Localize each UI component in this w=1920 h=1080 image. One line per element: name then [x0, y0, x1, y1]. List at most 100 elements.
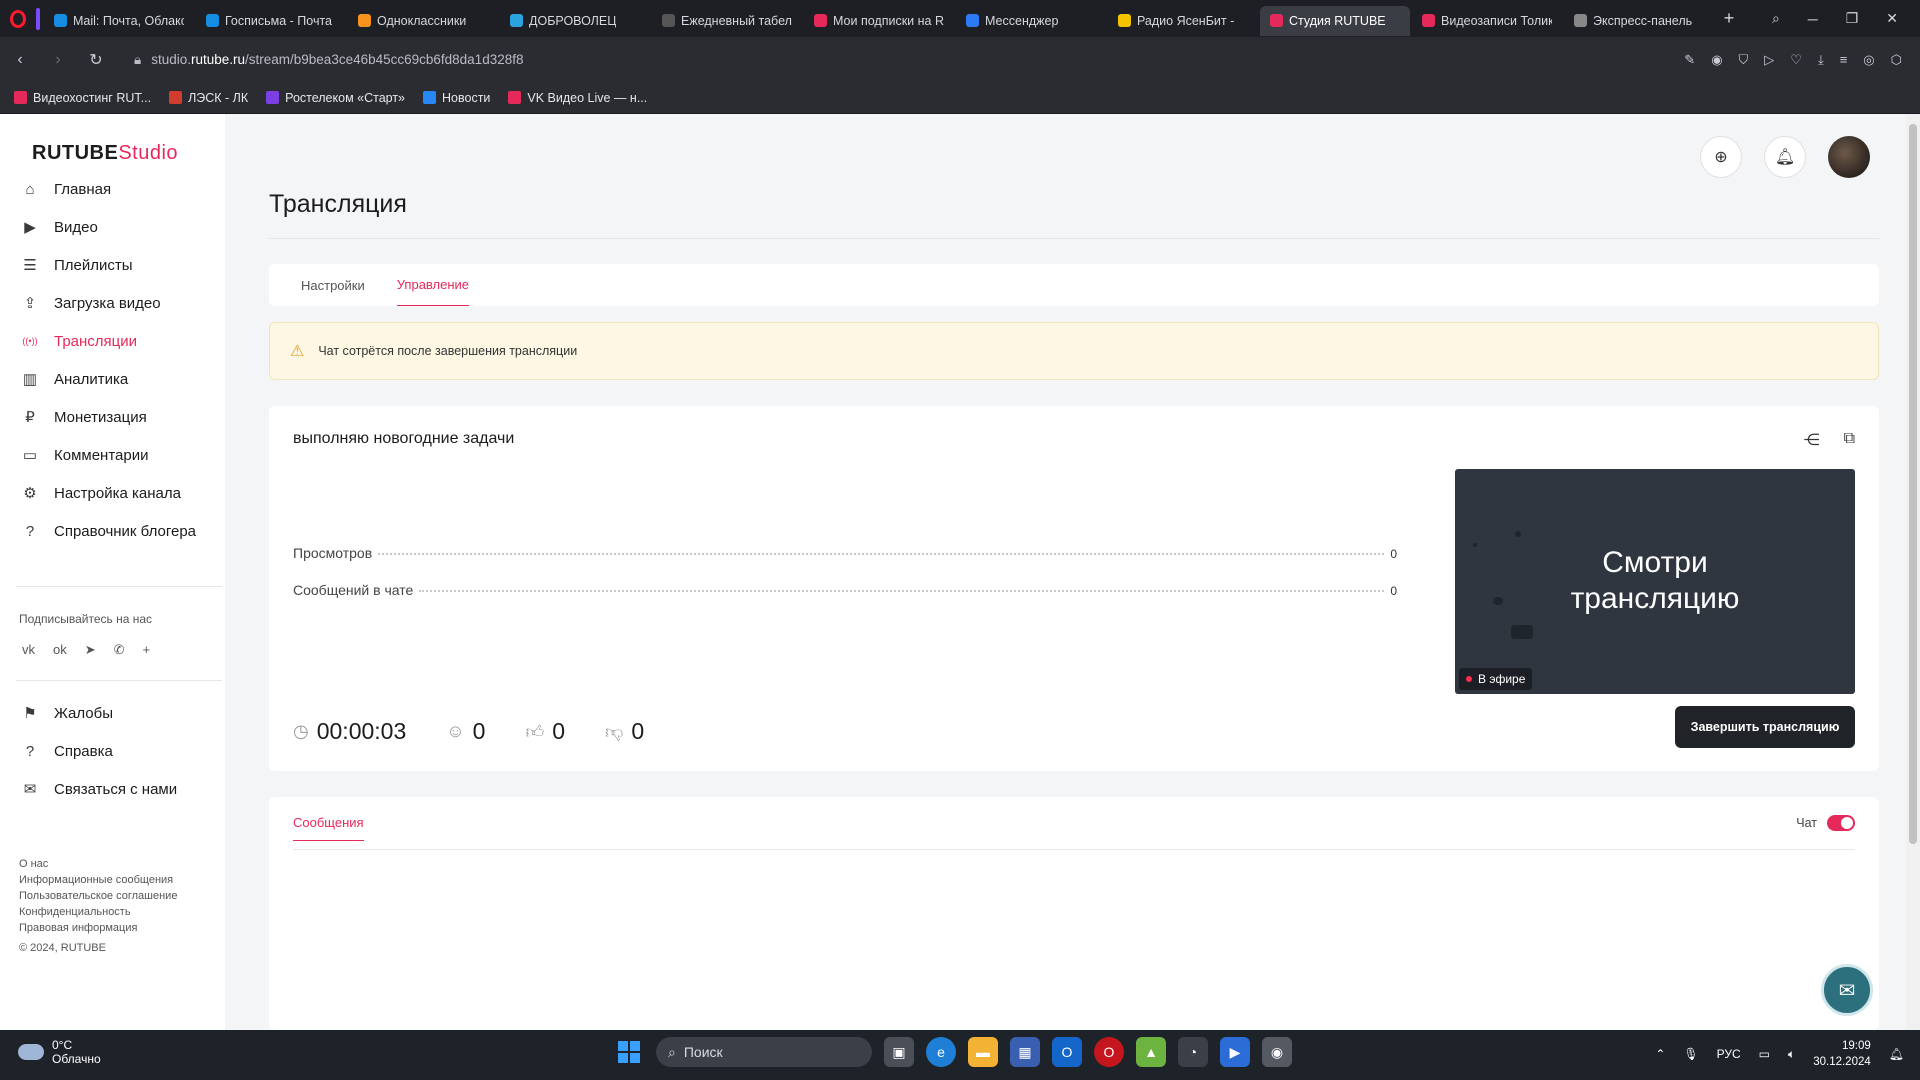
bookmark-item[interactable]: Новости [423, 91, 490, 105]
sidebar-item[interactable]: ((•)) Трансляции [20, 322, 196, 360]
footer-link[interactable]: О нас [19, 856, 177, 872]
ok-icon[interactable]: ok [53, 642, 67, 658]
footer-link[interactable]: Конфиденциальность [19, 904, 177, 920]
share-icon[interactable]: ⋲ [1804, 430, 1820, 450]
app-icon-2[interactable]: ▶ [1220, 1037, 1250, 1067]
tab-management[interactable]: Управление [396, 264, 470, 306]
nvidia-icon[interactable]: ▲ [1136, 1037, 1166, 1067]
menu-icon[interactable]: ≡ [1840, 52, 1848, 68]
sidebar-item[interactable]: ☰ Плейлисты [20, 246, 196, 284]
url-field[interactable]: 🔒︎ studio.rutube.ru/stream/b9bea3ce46b45… [134, 52, 524, 68]
start-button[interactable] [614, 1037, 644, 1067]
taskbar-search[interactable]: ⌕ Поиск [656, 1037, 872, 1067]
weather-widget[interactable]: 0°C Облачно [18, 1038, 101, 1066]
chevron-up-icon[interactable]: ⌃ [1655, 1047, 1665, 1061]
download-icon[interactable]: ⤓ [1818, 52, 1824, 68]
weather-text: Облачно [52, 1052, 101, 1066]
play-icon[interactable]: ▷ [1764, 52, 1774, 68]
camera-icon[interactable]: ◉ [1711, 52, 1722, 68]
back-button[interactable]: ‹ [10, 51, 30, 69]
analytics-icon: ▥ [22, 371, 38, 388]
tab-messages[interactable]: Сообщения [293, 815, 364, 841]
reload-icon[interactable]: ↻ [86, 50, 106, 70]
opera-menu-icon[interactable] [0, 0, 36, 37]
bookmark-item[interactable]: ЛЭСК - ЛК [169, 91, 248, 105]
lock-icon: 🔒︎ [134, 51, 142, 67]
support-chat-button[interactable]: ✉ [1821, 964, 1873, 1016]
tab-settings[interactable]: Настройки [301, 264, 365, 306]
browser-tab[interactable]: ДОБРОВОЛЕЦ [500, 6, 650, 36]
network-icon[interactable]: ▭ [1759, 1047, 1770, 1061]
stream-preview[interactable]: Смотри трансляцию В эфире [1455, 469, 1855, 694]
page-scrollbar[interactable] [1906, 114, 1920, 1030]
browser-tab[interactable]: Госписьма - Почта M [196, 6, 346, 36]
file-explorer-icon[interactable]: ▬ [968, 1037, 998, 1067]
rutube-studio-logo[interactable]: RUTUBEStudio [32, 142, 178, 165]
outlook-icon[interactable]: O [1052, 1037, 1082, 1067]
sidebar-item[interactable]: ▶ Видео [20, 208, 196, 246]
sidebar-item[interactable]: ? Справочник блогера [20, 512, 196, 550]
store-icon[interactable]: ▦ [1010, 1037, 1040, 1067]
browser-tab[interactable]: Мои подписки на RU [804, 6, 954, 36]
browser-search-icon[interactable]: ⌕ [1772, 10, 1780, 27]
app-icon-3[interactable]: ◉ [1262, 1037, 1292, 1067]
opera-icon[interactable]: O [1094, 1037, 1124, 1067]
sidebar-item[interactable]: ▥ Аналитика [20, 360, 196, 398]
bookmark-item[interactable]: VK Видео Live — н... [508, 91, 647, 105]
bookmark-item[interactable]: Видеохостинг RUT... [14, 91, 151, 105]
sidebar-item[interactable]: ✉ Связаться с нами [20, 770, 177, 808]
avatar[interactable] [1828, 136, 1870, 178]
task-view-icon[interactable]: ▣ [884, 1037, 914, 1067]
sidebar-item[interactable]: ⚙ Настройка канала [20, 474, 196, 512]
taskbar-apps: ⌕ Поиск ▣ e ▬ ▦ O O ▲ ◔ ▶ ◉ [614, 1037, 1292, 1067]
viber-icon[interactable]: ✆ [114, 642, 125, 658]
footer-link[interactable]: Правовая информация [19, 920, 177, 936]
sidebar-item[interactable]: ? Справка [20, 732, 177, 770]
forward-button[interactable]: › [48, 51, 68, 69]
sidebar-item[interactable]: ⌂ Главная [20, 170, 196, 208]
bookmark-item[interactable]: Ростелеком «Старт» [266, 91, 405, 105]
sidebar-item[interactable]: ⇪ Загрузка видео [20, 284, 196, 322]
app-icon[interactable]: ◔ [1178, 1037, 1208, 1067]
edit-icon[interactable]: ✎ [1684, 52, 1695, 68]
heart-icon[interactable]: ♡ [1790, 52, 1802, 68]
browser-tab[interactable]: Ежедневный табель [652, 6, 802, 36]
minimize-button[interactable]: ─ [1808, 11, 1818, 27]
microphone-icon[interactable]: 🎙︎ [1683, 1047, 1698, 1061]
browser-tab[interactable]: Радио ЯсенБит - [1108, 6, 1258, 36]
new-tab-button[interactable]: + [1714, 8, 1744, 29]
browser-tab[interactable]: Одноклассники [348, 6, 498, 36]
footer-link[interactable]: Пользовательское соглашение [19, 888, 177, 904]
restore-button[interactable]: ❐ [1846, 10, 1859, 27]
stat-label: Просмотров [293, 545, 373, 561]
close-button[interactable]: ✕ [1886, 10, 1898, 27]
sidebar-item[interactable]: ▭ Комментарии [20, 436, 196, 474]
notifications-button[interactable]: 🔔︎ [1764, 136, 1806, 178]
chat-toggle[interactable] [1827, 815, 1855, 831]
profile-icon[interactable]: ◎ [1863, 52, 1874, 68]
vk-icon[interactable]: vk [22, 642, 35, 658]
browser-tab[interactable]: Видеозаписи Толика [1412, 6, 1562, 36]
end-stream-button[interactable]: Завершить трансляцию [1675, 706, 1855, 748]
language-indicator[interactable]: РУС [1717, 1047, 1741, 1061]
live-dot-icon [1466, 676, 1472, 682]
clock[interactable]: 19:09 30.12.2024 [1813, 1038, 1871, 1070]
open-external-icon[interactable]: ⧉ [1844, 430, 1855, 450]
shield-icon[interactable]: ⛉ [1739, 52, 1749, 68]
notifications-icon[interactable]: 🔔︎ [1889, 1047, 1904, 1061]
sidebar-item[interactable]: ⚑ Жалобы [20, 694, 177, 732]
scrollbar-thumb[interactable] [1909, 124, 1917, 844]
browser-tab[interactable]: Экспресс-панель [1564, 6, 1714, 36]
footer-link[interactable]: Информационные сообщения [19, 872, 177, 888]
extension-icon[interactable]: ⬡ [1891, 52, 1902, 68]
sidebar-item[interactable]: ₽ Монетизация [20, 398, 196, 436]
more-icon[interactable]: + [143, 642, 151, 658]
browser-tab[interactable]: Мессенджер [956, 6, 1106, 36]
browser-tab[interactable]: Студия RUTUBE [1260, 5, 1410, 36]
volume-icon[interactable]: 🔈︎ [1788, 1047, 1795, 1062]
create-button[interactable]: ⊕ [1700, 136, 1742, 178]
browser-tab[interactable]: Mail: Почта, Облако, [44, 6, 194, 36]
settings-icon: ⚙ [23, 485, 37, 502]
edge-icon[interactable]: e [926, 1037, 956, 1067]
telegram-icon[interactable]: ➤ [85, 642, 96, 658]
